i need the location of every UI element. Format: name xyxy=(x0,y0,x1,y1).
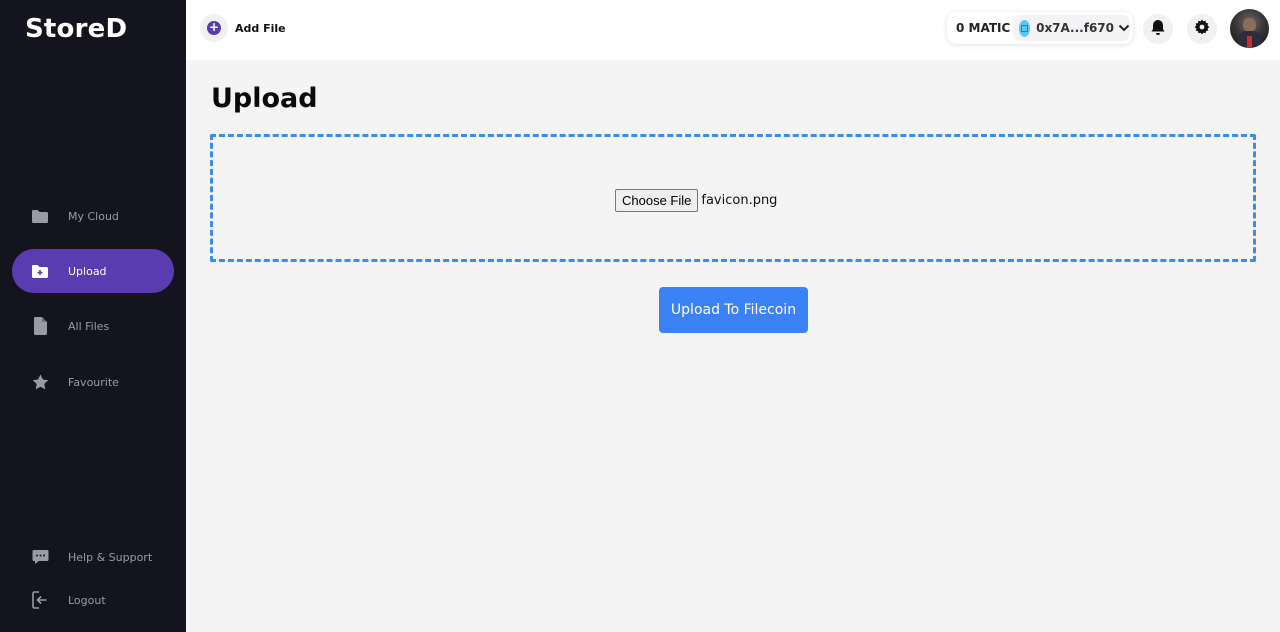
account-address: 0x7A...f670 xyxy=(1036,21,1114,35)
bell-icon xyxy=(1150,19,1166,40)
sidebar-item-label: Help & Support xyxy=(68,550,153,564)
settings-button[interactable] xyxy=(1187,14,1217,44)
add-file-label: Add File xyxy=(235,21,286,35)
folder-icon xyxy=(31,206,49,226)
wallet-balance: 0 MATIC xyxy=(956,21,1011,35)
sidebar-item-logout[interactable]: Logout xyxy=(12,578,174,622)
sidebar-item-label: All Files xyxy=(68,319,110,333)
account-dropdown[interactable]: 0x7A...f670 xyxy=(1013,15,1130,41)
selected-file-name: favicon.png xyxy=(701,193,778,208)
sidebar-item-my-cloud[interactable]: My Cloud xyxy=(12,194,174,238)
sidebar-item-upload[interactable]: Upload xyxy=(12,249,174,293)
chat-icon xyxy=(31,547,49,567)
app-logo[interactable]: StoreD xyxy=(25,14,127,44)
upload-to-filecoin-button[interactable]: Upload To Filecoin xyxy=(659,287,808,333)
sidebar-item-label: Logout xyxy=(68,593,106,607)
chevron-down-icon xyxy=(1118,24,1130,32)
avatar[interactable] xyxy=(1230,9,1269,48)
file-input: Choose File favicon.png xyxy=(615,189,777,212)
choose-file-button[interactable]: Choose File xyxy=(615,189,699,212)
sidebar-item-label: Favourite xyxy=(68,375,119,389)
sidebar-item-favourite[interactable]: Favourite xyxy=(12,360,174,404)
sidebar-item-label: Upload xyxy=(68,264,107,278)
file-dropzone[interactable]: Choose File favicon.png xyxy=(210,134,1256,262)
gear-icon xyxy=(1194,19,1210,39)
add-icon: + xyxy=(200,14,228,42)
account-avatar-icon xyxy=(1019,19,1031,37)
notifications-button[interactable] xyxy=(1143,14,1173,44)
sidebar-item-all-files[interactable]: All Files xyxy=(12,304,174,348)
page-title: Upload xyxy=(211,83,318,114)
wallet-widget: 0 MATIC 0x7A...f670 xyxy=(947,12,1133,44)
file-icon xyxy=(31,316,49,336)
sidebar: StoreD My Cloud Upload All Files Favouri… xyxy=(0,0,186,632)
star-icon xyxy=(31,372,49,392)
add-file-button[interactable]: + Add File xyxy=(200,14,286,42)
sidebar-item-help-support[interactable]: Help & Support xyxy=(12,535,174,579)
logout-icon xyxy=(31,590,49,610)
top-bar: + Add File 0 MATIC 0x7A...f670 xyxy=(186,0,1280,60)
folder-plus-icon xyxy=(31,261,49,281)
sidebar-item-label: My Cloud xyxy=(68,209,119,223)
